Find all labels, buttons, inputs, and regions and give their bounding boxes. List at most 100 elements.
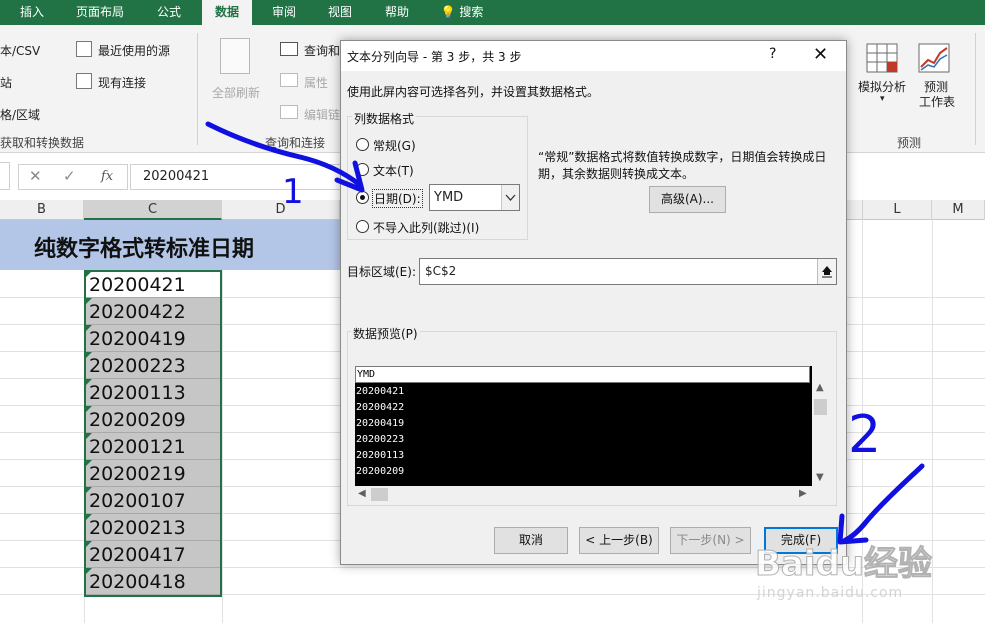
excel-window: 插入 页面布局 公式 数据 审阅 视图 帮助 💡 搜索 本/CSV 站 格/区域… <box>0 0 985 623</box>
chevron-down-icon[interactable] <box>501 185 519 210</box>
group-label-forecast: 预测 <box>897 136 922 150</box>
baidu-watermark-url: jingyan.baidu.com <box>757 585 904 601</box>
ribbon-tab-bar: 插入 页面布局 公式 数据 审阅 视图 帮助 💡 搜索 <box>0 0 985 25</box>
format-description: “常规”数据格式将数值转换成数字，日期值会转换成日期，其余数据则转换成文本。 <box>538 150 827 181</box>
radio-skip[interactable] <box>356 220 369 233</box>
text-to-columns-dialog: 文本分列向导 - 第 3 步，共 3 步 ? ✕ 使用此屏内容可选择各列，并设置… <box>340 40 847 565</box>
insert-function-icon[interactable]: fx <box>101 169 113 184</box>
radio-general-label[interactable]: 常规(G) <box>373 137 416 154</box>
preview-row: 20200422 <box>356 402 405 413</box>
help-button[interactable]: ? <box>769 46 776 62</box>
target-range-value: $C$2 <box>425 264 457 278</box>
scroll-thumb[interactable] <box>814 399 827 415</box>
radio-general[interactable] <box>356 138 369 151</box>
queries-connections-button[interactable]: 查询和 <box>304 42 340 59</box>
radio-text[interactable] <box>356 163 369 176</box>
column-header-d[interactable]: D <box>222 200 340 220</box>
target-range-input[interactable]: $C$2 <box>419 258 837 285</box>
dialog-instruction: 使用此屏内容可选择各列，并设置其数据格式。 <box>347 85 600 99</box>
tab-search-label: 搜索 <box>459 5 484 19</box>
collapse-dialog-icon[interactable] <box>817 259 836 284</box>
scroll-left-icon[interactable]: ◀ <box>358 488 366 499</box>
properties-button[interactable]: 属性 <box>304 74 328 91</box>
column-header-m[interactable]: M <box>932 200 985 220</box>
preview-legend: 数据预览(P) <box>351 325 420 342</box>
data-preview[interactable]: YMD 20200421 20200422 20200419 20200223 … <box>355 366 812 486</box>
refresh-all-icon <box>220 38 250 74</box>
scroll-down-icon[interactable]: ▼ <box>816 472 824 483</box>
queries-icon <box>280 42 298 56</box>
preview-row: 20200421 <box>356 386 405 397</box>
properties-icon <box>280 73 298 87</box>
from-text-csv-button[interactable]: 本/CSV <box>0 42 40 59</box>
cancel-x-icon[interactable]: ✕ <box>29 167 42 185</box>
forecast-sheet-icon <box>918 43 950 73</box>
preview-row: 20200223 <box>356 434 405 445</box>
column-header-b[interactable]: B <box>0 200 84 220</box>
scroll-thumb[interactable] <box>371 488 388 501</box>
from-table-button[interactable]: 格/区域 <box>0 106 40 123</box>
preview-column-header[interactable]: YMD <box>355 366 810 383</box>
advanced-button[interactable]: 高级(A)... <box>649 186 726 213</box>
name-box[interactable] <box>0 162 10 190</box>
existing-connections-button[interactable]: 现有连接 <box>98 74 146 91</box>
scroll-right-icon[interactable]: ▶ <box>799 488 807 499</box>
ribbon-divider <box>975 33 976 145</box>
target-label: 目标区域(E): <box>347 265 416 279</box>
radio-date[interactable] <box>356 191 369 204</box>
preview-row: 20200113 <box>356 450 405 461</box>
chevron-down-icon: ▾ <box>880 94 885 104</box>
ribbon-divider <box>197 33 198 145</box>
forecast-sheet-button-line2[interactable]: 工作表 <box>919 93 955 110</box>
preview-vertical-scrollbar[interactable]: ▲ ▼ <box>812 381 829 486</box>
existing-connections-icon <box>76 73 92 89</box>
recent-sources-button[interactable]: 最近使用的源 <box>98 42 170 59</box>
enter-check-icon[interactable]: ✓ <box>63 167 76 185</box>
tab-data[interactable]: 数据 <box>202 0 252 25</box>
tab-insert[interactable]: 插入 <box>8 0 56 25</box>
selection-border <box>84 270 222 597</box>
whatif-analysis-button[interactable]: 模拟分析 <box>858 78 906 95</box>
back-button[interactable]: < 上一步(B) <box>579 527 659 554</box>
column-header-l[interactable]: L <box>862 200 932 220</box>
baidu-watermark-logo: Baidu经验 <box>754 544 933 585</box>
radio-date-label[interactable]: 日期(D): <box>372 189 423 208</box>
annotation-arrow <box>841 463 925 544</box>
sheet-title: 纯数字格式转标准日期 <box>34 237 255 262</box>
from-web-button[interactable]: 站 <box>0 74 12 91</box>
edit-links-button[interactable]: 编辑链 <box>304 106 340 123</box>
column-format-legend: 列数据格式 <box>352 110 417 127</box>
column-header-c[interactable]: C <box>84 200 222 220</box>
tab-formulas[interactable]: 公式 <box>144 0 194 25</box>
dialog-title: 文本分列向导 - 第 3 步，共 3 步 <box>347 50 522 64</box>
group-label-get-data: 获取和转换数据 <box>0 136 85 150</box>
formula-input[interactable]: 20200421 <box>130 164 350 190</box>
recent-sources-icon <box>76 41 92 57</box>
date-format-value: YMD <box>434 190 464 205</box>
group-label-queries: 查询和连接 <box>265 136 326 150</box>
refresh-all-button[interactable]: 全部刷新 <box>212 84 260 101</box>
tab-view[interactable]: 视图 <box>316 0 364 25</box>
tab-search[interactable]: 💡 搜索 <box>432 0 492 25</box>
gridline <box>222 220 223 623</box>
lightbulb-icon: 💡 <box>440 5 456 19</box>
radio-skip-label[interactable]: 不导入此列(跳过)(I) <box>373 219 479 236</box>
scroll-up-icon[interactable]: ▲ <box>816 382 824 393</box>
gridline <box>932 220 933 623</box>
tab-page-layout[interactable]: 页面布局 <box>66 0 134 25</box>
preview-row: 20200209 <box>356 466 405 477</box>
tab-review[interactable]: 审阅 <box>260 0 308 25</box>
preview-row: 20200419 <box>356 418 405 429</box>
formula-buttons: ✕ ✓ fx <box>18 164 128 190</box>
next-button[interactable]: 下一步(N) > <box>670 527 751 554</box>
dialog-titlebar: 文本分列向导 - 第 3 步，共 3 步 ? ✕ <box>341 41 846 71</box>
tab-help[interactable]: 帮助 <box>372 0 422 25</box>
close-icon[interactable]: ✕ <box>813 44 828 65</box>
preview-horizontal-scrollbar[interactable]: ◀ ▶ <box>355 486 812 503</box>
edit-links-icon <box>280 105 298 119</box>
radio-text-label[interactable]: 文本(T) <box>373 162 414 179</box>
whatif-analysis-icon <box>866 43 898 73</box>
date-format-select[interactable]: YMD <box>429 184 520 211</box>
cancel-button[interactable]: 取消 <box>494 527 568 554</box>
annotation-step-2: 2 <box>848 405 881 465</box>
